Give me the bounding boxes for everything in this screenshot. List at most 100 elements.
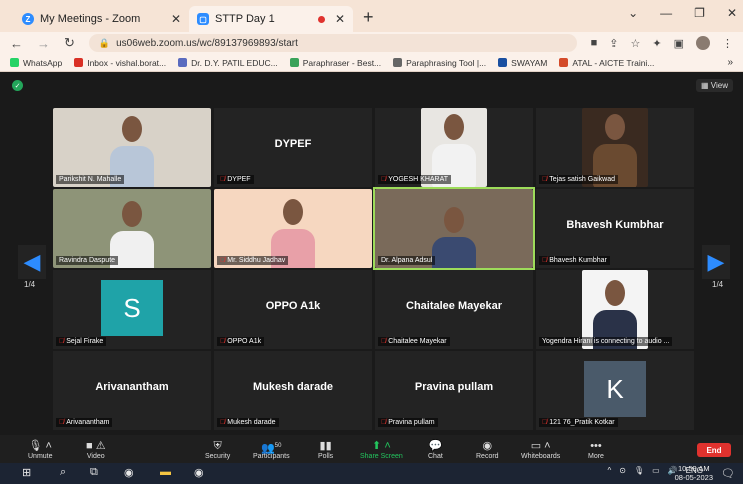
menu-icon[interactable]: ⋮: [722, 37, 733, 50]
tab-sttp-day-1[interactable]: ▢ STTP Day 1 ✕: [189, 6, 353, 32]
record-button[interactable]: ◉ Record: [476, 439, 499, 460]
notification-icon[interactable]: 🗨: [721, 467, 735, 480]
chrome-active-icon[interactable]: ◉: [194, 466, 204, 479]
share-icon[interactable]: ⇪: [609, 37, 618, 50]
back-icon[interactable]: ←: [10, 36, 23, 51]
video-label: Video: [86, 453, 105, 460]
participant-name-tag: 🎙̸ Pravina pullam: [378, 418, 438, 427]
meet-now-icon[interactable]: ⊙: [619, 466, 626, 475]
participant-tile[interactable]: Yogendra Hirani is connecting to audio .…: [536, 270, 694, 349]
participant-display-name: Mukesh darade: [252, 381, 334, 393]
profile-avatar[interactable]: [696, 36, 710, 50]
participant-tile[interactable]: Dr. Alpana Adsul: [373, 187, 535, 270]
bookmark-favicon-icon: [559, 58, 569, 67]
polls-button[interactable]: ▮▮ Polls: [318, 439, 333, 460]
chat-label: Chat: [428, 453, 443, 460]
screen: Z My Meetings - Zoom ✕ ▢ STTP Day 1 ✕ + …: [0, 0, 743, 484]
unmute-button[interactable]: 🎙 ˄ Unmute: [28, 439, 53, 460]
minimize-icon[interactable]: —: [660, 6, 672, 20]
chrome-icon[interactable]: ◉: [124, 466, 134, 479]
chevron-up-icon[interactable]: ^: [608, 466, 612, 475]
url-field[interactable]: 🔒 us06web.zoom.us/wc/89137969893/start: [88, 34, 577, 52]
bookmark-item[interactable]: Paraphrasing Tool |...: [393, 58, 486, 68]
muted-microphone-icon: 🎙̸: [381, 176, 387, 183]
clock[interactable]: 10:59 AM 08-05-2023: [675, 464, 713, 482]
security-shield-icon[interactable]: ✓: [12, 80, 23, 91]
muted-microphone-icon: 🎙̸: [59, 419, 65, 426]
participant-name: DYPEF: [227, 176, 251, 183]
participant-tile[interactable]: Chaitalee Mayekar 🎙̸ Chaitalee Mayekar: [375, 270, 533, 349]
shield-icon: ⛨: [213, 440, 222, 452]
close-window-icon[interactable]: ✕: [727, 6, 737, 20]
share-screen-button[interactable]: ⬆ ˄ Share Screen: [360, 439, 403, 460]
prev-page-arrow-icon[interactable]: ◀: [18, 245, 46, 279]
participant-tile[interactable]: Parikshit N. Mahalle: [53, 108, 211, 187]
record-icon: ◉: [482, 440, 493, 452]
participant-display-name: Bhavesh Kumbhar: [566, 219, 664, 231]
bookmark-item[interactable]: Paraphraser - Best...: [289, 58, 381, 68]
participant-name: Yogendra Hirani is connecting to audio .…: [542, 338, 670, 345]
participant-tile[interactable]: DYPEF 🎙̸ DYPEF: [214, 108, 372, 187]
participant-tile[interactable]: Mukesh darade 🎙̸ Mukesh darade: [214, 351, 372, 430]
forward-icon[interactable]: →: [37, 36, 50, 51]
reload-icon[interactable]: ↻: [64, 35, 75, 51]
microphone-icon[interactable]: 🎙: [634, 466, 644, 475]
chat-button[interactable]: 💬 Chat: [428, 439, 443, 460]
address-bar-row: ← → ↻ 🔒 us06web.zoom.us/wc/89137969893/s…: [0, 32, 743, 54]
bookmark-favicon-icon: [393, 58, 403, 67]
browser-tab-strip: Z My Meetings - Zoom ✕ ▢ STTP Day 1 ✕ + …: [0, 0, 743, 32]
close-icon[interactable]: ✕: [171, 12, 181, 26]
bookmark-item[interactable]: ATAL - AICTE Traini...: [559, 58, 654, 68]
recording-indicator-icon: [317, 15, 325, 23]
task-view-icon[interactable]: ⧉: [90, 466, 98, 479]
participant-name-tag: 🎙̸ Arivanantham: [56, 418, 113, 427]
view-button[interactable]: ▦ View: [696, 79, 733, 92]
participant-tile[interactable]: S 🎙̸ Sejal Firake: [53, 270, 211, 349]
participant-tile[interactable]: OPPO A1k 🎙̸ OPPO A1k: [214, 270, 372, 349]
polls-icon: ▮▮: [319, 440, 332, 452]
muted-microphone-icon: 🎙̸: [542, 419, 548, 426]
participants-button[interactable]: 👥50 Participants: [253, 439, 290, 460]
windows-start-icon[interactable]: ⊞: [22, 466, 31, 479]
new-tab-button[interactable]: +: [363, 7, 374, 28]
search-icon[interactable]: ⌕: [60, 466, 66, 479]
whiteboards-label: Whiteboards: [521, 453, 561, 460]
close-icon[interactable]: ✕: [335, 12, 345, 26]
star-icon[interactable]: ☆: [631, 37, 641, 50]
participant-name: Dr. Alpana Adsul: [381, 257, 433, 264]
participant-tile[interactable]: Ravindra Daspute: [53, 189, 211, 268]
chevron-down-icon[interactable]: ⌄: [628, 6, 638, 20]
whiteboards-button[interactable]: ▭ ˄ Whiteboards: [521, 439, 560, 460]
more-button[interactable]: ••• More: [588, 439, 604, 460]
participant-tile[interactable]: 🎙̸ Mr. Siddhu Jadhav: [214, 189, 372, 268]
bookmark-item[interactable]: SWAYAM: [498, 58, 547, 68]
sidebar-icon[interactable]: ▣: [674, 37, 684, 50]
participant-name-tag: 🎙̸ Mr. Siddhu Jadhav: [217, 256, 289, 265]
file-explorer-icon[interactable]: ▬: [160, 466, 171, 478]
participant-name-tag: 🎙̸ Sejal Firake: [56, 337, 107, 346]
muted-microphone-icon: 🎙̸: [381, 419, 387, 426]
restore-icon[interactable]: ❐: [694, 6, 705, 20]
network-icon[interactable]: ▭: [652, 466, 660, 475]
next-page-arrow-icon[interactable]: ▶: [702, 245, 730, 279]
more-label: More: [588, 453, 604, 460]
tab-my-meetings[interactable]: Z My Meetings - Zoom ✕: [14, 6, 189, 32]
participant-tile[interactable]: 🎙̸ YOGESH KHARAT: [375, 108, 533, 187]
camera-icon[interactable]: ■: [591, 37, 598, 49]
participant-tile[interactable]: Pravina pullam 🎙̸ Pravina pullam: [375, 351, 533, 430]
bookmark-item[interactable]: Inbox - vishal.borat...: [74, 58, 166, 68]
extensions-icon[interactable]: ✦: [652, 37, 661, 50]
bookmarks-overflow-icon[interactable]: »: [727, 57, 733, 68]
video-button[interactable]: ■ ⚠ Video: [86, 439, 106, 460]
participant-tile[interactable]: K 🎙̸ 121 76_Pratik Kotkar: [536, 351, 694, 430]
participant-tile[interactable]: Bhavesh Kumbhar 🎙̸ Bhavesh Kumbhar: [536, 189, 694, 268]
security-button[interactable]: ⛨ Security: [205, 439, 230, 460]
bookmark-item[interactable]: Dr. D.Y. PATIL EDUC...: [178, 58, 278, 68]
participant-tile[interactable]: Arivanantham 🎙̸ Arivanantham: [53, 351, 211, 430]
participant-tile[interactable]: 🎙̸ Tejas satish Gaikwad: [536, 108, 694, 187]
participant-name: Mukesh darade: [227, 419, 276, 426]
end-meeting-button[interactable]: End: [697, 443, 731, 457]
bookmark-item[interactable]: WhatsApp: [10, 58, 62, 68]
participant-name: Parikshit N. Mahalle: [59, 176, 122, 183]
participant-name-tag: Ravindra Daspute: [56, 256, 119, 265]
